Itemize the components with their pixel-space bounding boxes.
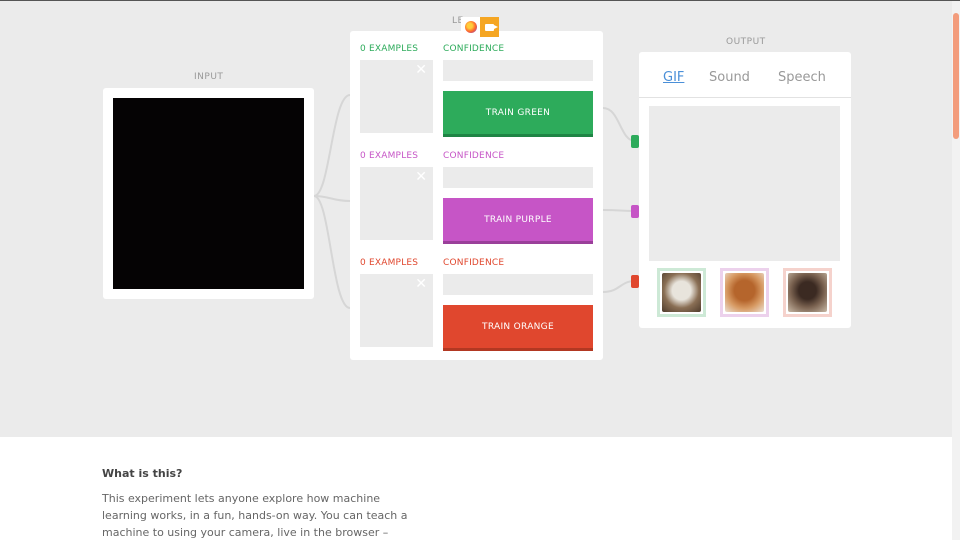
train-green-button[interactable]: TRAIN GREEN [443, 91, 593, 134]
train-orange-button[interactable]: TRAIN ORANGE [443, 305, 593, 348]
purple-output-connector [631, 205, 639, 218]
info-section: What is this? This experiment lets anyon… [0, 437, 952, 540]
input-panel [103, 88, 314, 299]
gif-output-view [649, 106, 840, 261]
confidence-bar [443, 167, 593, 188]
confidence-bar [443, 274, 593, 295]
camera-sharing-icon[interactable] [480, 17, 499, 37]
examples-preview: ✕ [360, 274, 433, 347]
page-scrollbar[interactable] [952, 1, 960, 540]
output-section-label: OUTPUT [726, 37, 766, 47]
examples-preview: ✕ [360, 167, 433, 240]
examples-count-label: 0 EXAMPLES [360, 258, 419, 268]
learning-panel: 0 EXAMPLES CONFIDENCE ✕ TRAIN GREEN 0 EX… [350, 31, 603, 360]
info-body: This experiment lets anyone explore how … [102, 492, 408, 539]
input-section-label: INPUT [194, 72, 224, 82]
tab-speech[interactable]: Speech [778, 70, 826, 85]
gif-thumbnail-green[interactable] [657, 268, 706, 317]
examples-count-label: 0 EXAMPLES [360, 44, 419, 54]
confidence-label: CONFIDENCE [443, 258, 505, 268]
confidence-label: CONFIDENCE [443, 151, 505, 161]
cat-image [788, 273, 827, 312]
examples-count-label: 0 EXAMPLES [360, 151, 419, 161]
puppy-image [725, 273, 764, 312]
green-output-connector [631, 135, 639, 148]
webcam-feed [113, 98, 304, 289]
orange-output-connector [631, 275, 639, 288]
confidence-bar [443, 60, 593, 81]
class-row-green: 0 EXAMPLES CONFIDENCE ✕ TRAIN GREEN [350, 31, 603, 138]
gif-thumbnail-orange[interactable] [783, 268, 832, 317]
info-title: What is this? [102, 467, 183, 480]
output-panel: GIF Sound Speech [639, 52, 851, 328]
firefox-icon[interactable] [461, 17, 480, 37]
train-purple-button[interactable]: TRAIN PURPLE [443, 198, 593, 241]
class-row-purple: 0 EXAMPLES CONFIDENCE ✕ TRAIN PURPLE [350, 138, 603, 245]
confidence-label: CONFIDENCE [443, 44, 505, 54]
class-row-orange: 0 EXAMPLES CONFIDENCE ✕ TRAIN ORANGE [350, 245, 603, 352]
scrollbar-thumb[interactable] [953, 13, 959, 139]
clear-examples-icon[interactable]: ✕ [415, 63, 427, 77]
gif-thumbnail-purple[interactable] [720, 268, 769, 317]
puppy-image [662, 273, 701, 312]
clear-examples-icon[interactable]: ✕ [415, 170, 427, 184]
output-tabs: GIF Sound Speech [639, 52, 851, 98]
tab-sound[interactable]: Sound [709, 70, 750, 85]
tab-gif[interactable]: GIF [663, 70, 684, 85]
examples-preview: ✕ [360, 60, 433, 133]
clear-examples-icon[interactable]: ✕ [415, 277, 427, 291]
browser-extension-icons [461, 17, 499, 37]
